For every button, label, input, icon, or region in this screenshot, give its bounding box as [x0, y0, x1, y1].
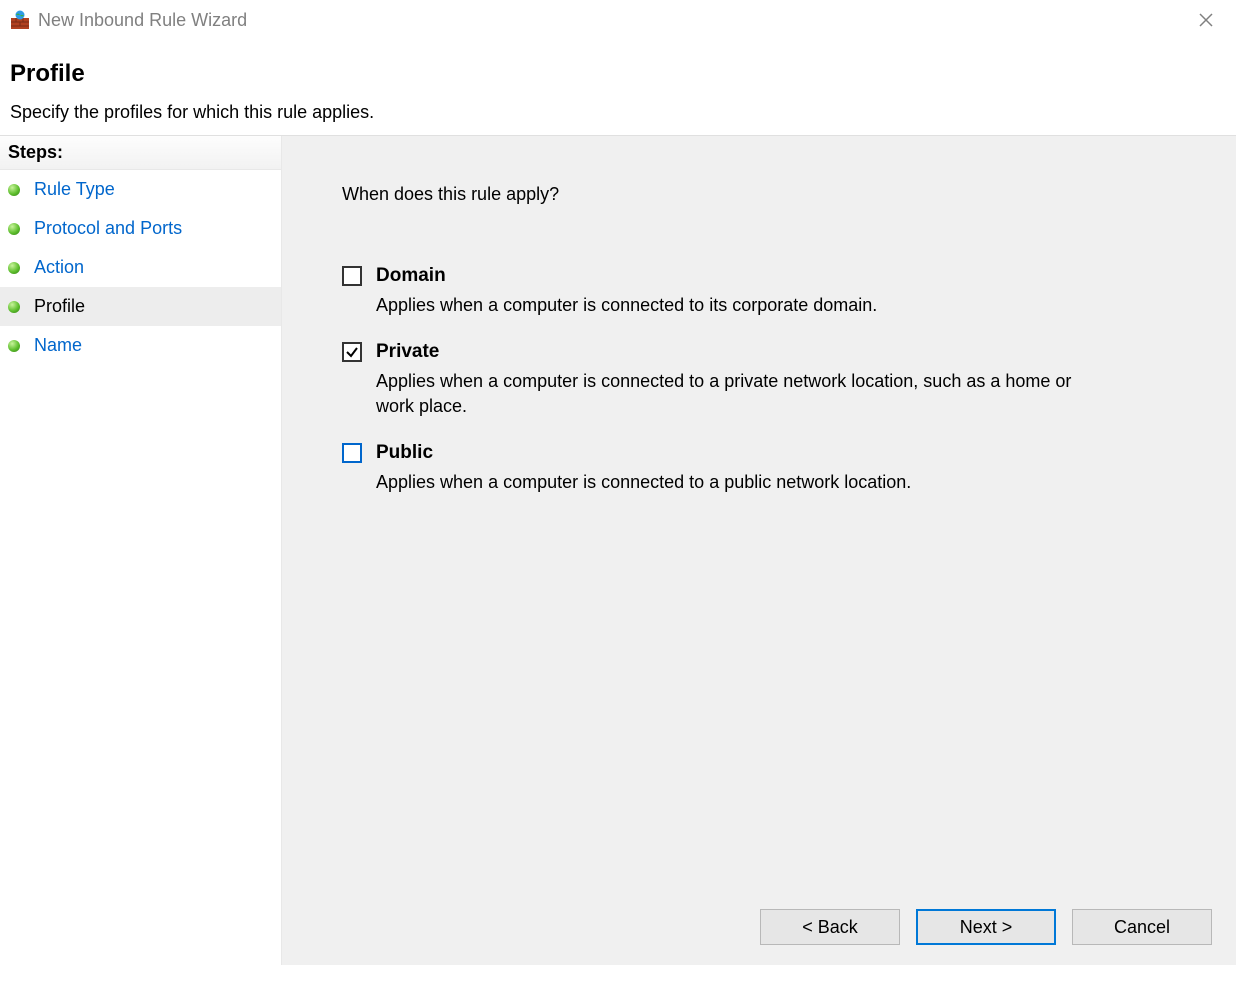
bullet-icon [8, 184, 20, 196]
page-title: Profile [10, 60, 1226, 88]
back-button[interactable]: < Back [760, 909, 900, 945]
window-title: New Inbound Rule Wizard [38, 10, 1186, 31]
checkbox-domain[interactable] [342, 266, 362, 286]
step-label: Rule Type [34, 179, 115, 200]
option-domain: Domain Applies when a computer is connec… [342, 265, 1176, 317]
checkbox-private[interactable] [342, 342, 362, 362]
steps-header: Steps: [0, 136, 281, 170]
bullet-icon [8, 223, 20, 235]
page-subtitle: Specify the profiles for which this rule… [10, 102, 1226, 123]
question-text: When does this rule apply? [342, 184, 1176, 205]
step-profile[interactable]: Profile [0, 287, 281, 326]
option-title: Public [376, 442, 433, 464]
bullet-icon [8, 301, 20, 313]
step-label: Protocol and Ports [34, 218, 182, 239]
step-protocol-and-ports[interactable]: Protocol and Ports [0, 209, 281, 248]
close-icon [1199, 13, 1213, 27]
wizard-buttons: < Back Next > Cancel [760, 909, 1212, 945]
option-public: Public Applies when a computer is connec… [342, 442, 1176, 494]
step-rule-type[interactable]: Rule Type [0, 170, 281, 209]
step-label: Name [34, 335, 82, 356]
wizard-header: Profile Specify the profiles for which t… [0, 40, 1236, 135]
option-title: Domain [376, 265, 446, 287]
step-name[interactable]: Name [0, 326, 281, 365]
step-label: Profile [34, 296, 85, 317]
checkbox-public[interactable] [342, 443, 362, 463]
main-panel: When does this rule apply? Domain Applie… [282, 136, 1236, 965]
close-button[interactable] [1186, 0, 1226, 40]
titlebar: New Inbound Rule Wizard [0, 0, 1236, 40]
option-description: Applies when a computer is connected to … [376, 369, 1076, 418]
step-action[interactable]: Action [0, 248, 281, 287]
firewall-icon [10, 10, 30, 30]
cancel-button[interactable]: Cancel [1072, 909, 1212, 945]
option-private: Private Applies when a computer is conne… [342, 341, 1176, 418]
next-button[interactable]: Next > [916, 909, 1056, 945]
bullet-icon [8, 340, 20, 352]
option-title: Private [376, 341, 439, 363]
steps-list: Rule Type Protocol and Ports Action Prof… [0, 170, 281, 365]
option-description: Applies when a computer is connected to … [376, 293, 1076, 317]
check-icon [345, 345, 359, 359]
steps-sidebar: Steps: Rule Type Protocol and Ports Acti… [0, 136, 282, 965]
step-label: Action [34, 257, 84, 278]
option-description: Applies when a computer is connected to … [376, 470, 1076, 494]
bullet-icon [8, 262, 20, 274]
